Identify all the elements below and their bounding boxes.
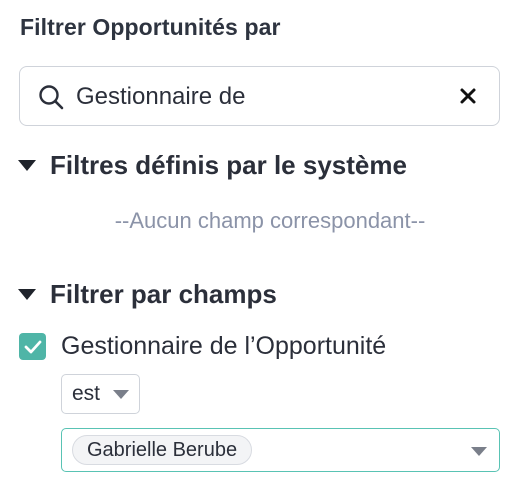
search-icon — [39, 85, 64, 110]
filter-panel: Filtrer Opportunités par Filtres définis… — [0, 0, 512, 490]
search-input[interactable] — [76, 83, 446, 111]
chevron-down-icon — [113, 390, 129, 399]
selected-value-chip[interactable]: Gabrielle Berube — [72, 435, 253, 465]
close-icon[interactable] — [459, 87, 477, 105]
field-filter-row: Gestionnaire de l’Opportunité — [19, 332, 386, 361]
section-header-field-filters[interactable]: Filtrer par champs — [18, 279, 277, 310]
caret-down-icon — [18, 288, 36, 300]
field-label: Gestionnaire de l’Opportunité — [61, 332, 387, 360]
no-match-message: --Aucun champ correspondant-- — [114, 208, 426, 233]
search-box[interactable] — [19, 66, 500, 126]
section-header-system-filters[interactable]: Filtres définis par le système — [18, 150, 407, 181]
chevron-down-icon — [471, 447, 487, 456]
panel-title: Filtrer Opportunités par — [20, 14, 281, 40]
operator-select[interactable]: est — [61, 374, 140, 414]
checkmark-icon — [24, 340, 41, 353]
value-picker[interactable]: Gabrielle Berube — [61, 428, 500, 472]
section-label-system-filters: Filtres définis par le système — [50, 150, 407, 180]
field-checkbox[interactable] — [19, 333, 46, 360]
caret-down-icon — [18, 159, 36, 171]
operator-value: est — [72, 382, 101, 405]
section-label-field-filters: Filtrer par champs — [50, 279, 277, 309]
